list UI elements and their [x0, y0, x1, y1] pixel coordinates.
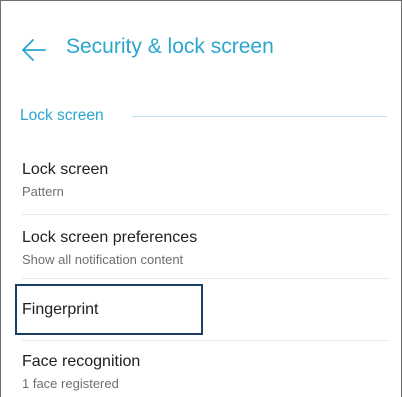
list-item-lock-screen[interactable]: Lock screen Pattern	[0, 150, 402, 214]
list-item-subtitle: 1 face registered	[22, 376, 119, 391]
section-label: Lock screen	[20, 107, 104, 124]
list-item-title: Face recognition	[22, 353, 141, 370]
list-item-fingerprint[interactable]: Fingerprint	[0, 279, 402, 340]
list-item-title: Lock screen	[22, 161, 109, 178]
list-item-subtitle: Show all notification content	[22, 252, 184, 267]
list-item-title: Lock screen preferences	[22, 229, 198, 246]
list-item-subtitle: Pattern	[22, 184, 64, 199]
list-item-lock-screen-preferences[interactable]: Lock screen preferences Show all notific…	[0, 215, 402, 278]
app-header: Security & lock screen	[0, 0, 402, 100]
page-title: Security & lock screen	[66, 35, 274, 58]
list-item-title: Fingerprint	[22, 301, 99, 318]
arrow-left-icon[interactable]	[20, 36, 48, 64]
list-item-face-recognition[interactable]: Face recognition 1 face registered	[0, 341, 402, 397]
section-header-lock-screen: Lock screen	[20, 105, 387, 129]
settings-screen: Security & lock screen Lock screen Lock …	[0, 0, 402, 397]
section-divider	[132, 116, 387, 117]
